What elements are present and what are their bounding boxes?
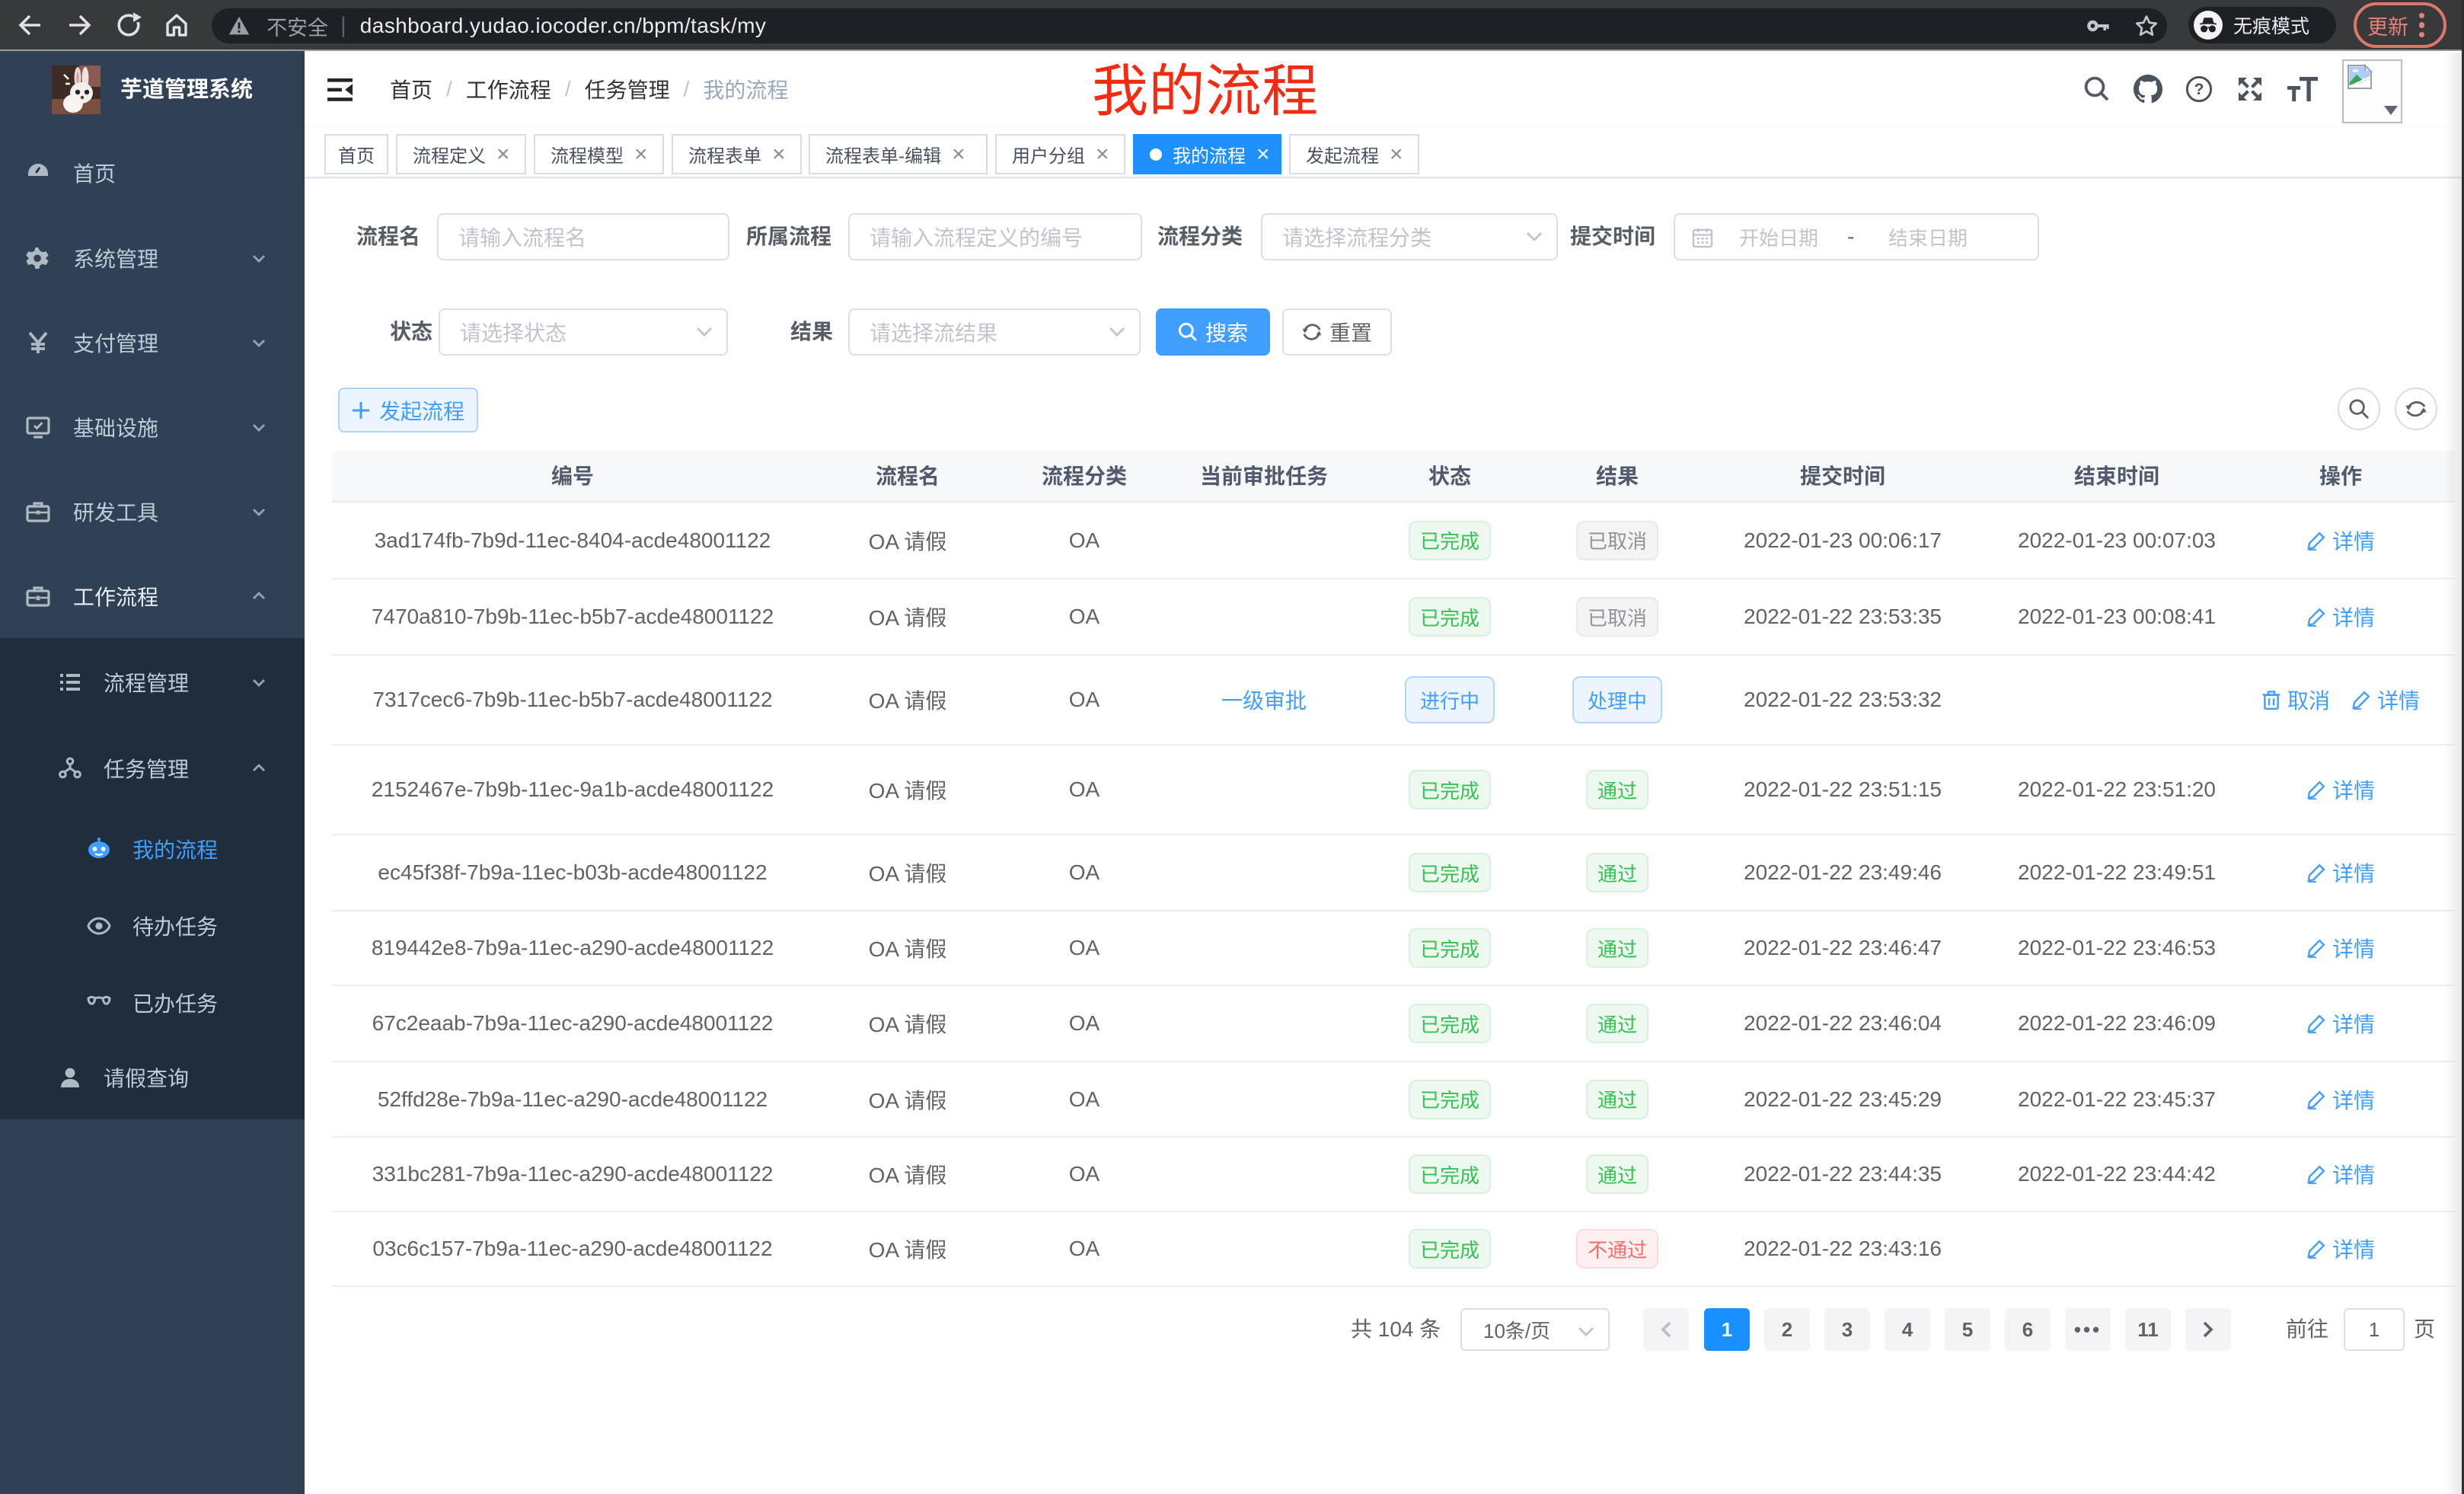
svg-text:?: ? xyxy=(2194,81,2204,98)
